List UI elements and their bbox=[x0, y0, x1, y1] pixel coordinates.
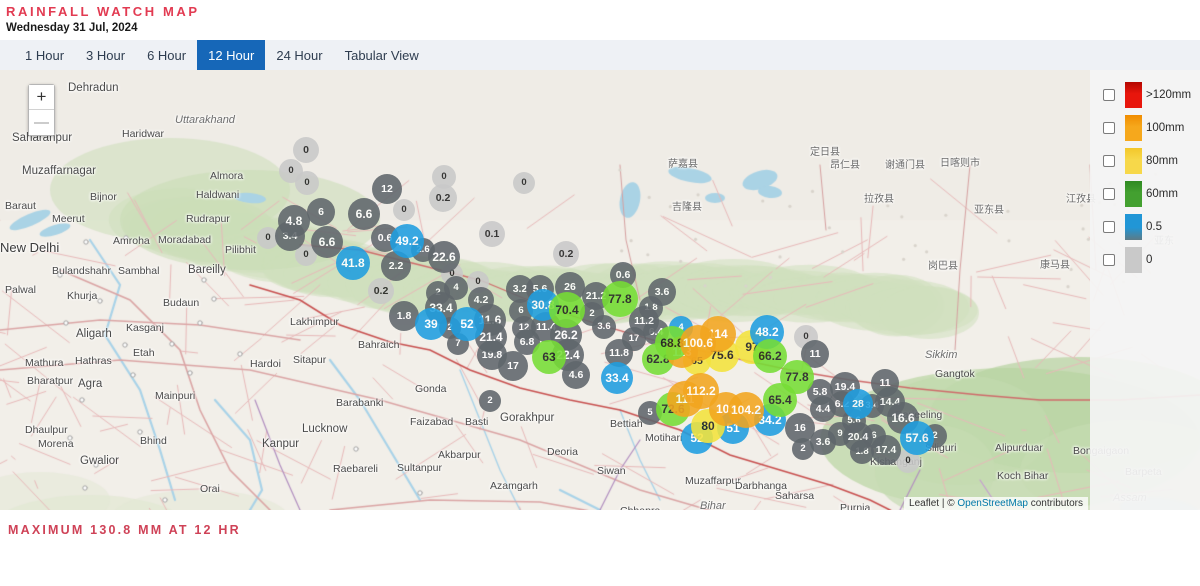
rainfall-marker[interactable]: 0.2 bbox=[553, 241, 579, 267]
rainfall-marker[interactable]: 77.8 bbox=[602, 281, 638, 317]
tab-6-hour[interactable]: 6 Hour bbox=[136, 40, 197, 70]
attribution-suffix: contributors bbox=[1028, 498, 1083, 509]
rainfall-marker[interactable]: 17.4 bbox=[871, 435, 901, 465]
tab-1-hour[interactable]: 1 Hour bbox=[14, 40, 75, 70]
legend-checkbox[interactable] bbox=[1103, 122, 1115, 134]
legend-label: >120mm bbox=[1146, 89, 1191, 101]
rainfall-marker[interactable]: 28 bbox=[843, 389, 873, 419]
legend-color-swatch bbox=[1125, 214, 1142, 240]
legend-label: 0.5 bbox=[1146, 221, 1162, 233]
rainfall-marker[interactable]: 39 bbox=[415, 308, 447, 340]
attribution-leaflet: Leaflet | bbox=[909, 498, 947, 509]
zoom-out-button[interactable]: — bbox=[29, 110, 54, 135]
tab-tabular-view[interactable]: Tabular View bbox=[334, 40, 430, 70]
attribution-copyright: © bbox=[947, 498, 957, 509]
legend-row[interactable]: 80mm bbox=[1090, 144, 1200, 177]
attribution-osm-link[interactable]: OpenStreetMap bbox=[957, 498, 1028, 509]
legend-checkbox[interactable] bbox=[1103, 188, 1115, 200]
maximum-rainfall-text: MAXIMUM 130.8 MM AT 12 HR bbox=[8, 523, 241, 537]
rainfall-marker[interactable]: 0 bbox=[295, 171, 319, 195]
legend-row[interactable]: 0 bbox=[1090, 243, 1200, 276]
rainfall-marker[interactable]: 0.1 bbox=[479, 221, 505, 247]
rainfall-marker[interactable]: 2 bbox=[479, 390, 501, 412]
page-header: RAINFALL WATCH MAP Wednesday 31 Jul, 202… bbox=[0, 0, 1200, 35]
legend-checkbox[interactable] bbox=[1103, 155, 1115, 167]
legend-color-swatch bbox=[1125, 181, 1142, 207]
legend-label: 100mm bbox=[1146, 122, 1184, 134]
legend-checkbox[interactable] bbox=[1103, 254, 1115, 266]
rainfall-marker[interactable]: 77.8 bbox=[780, 360, 814, 394]
rainfall-marker[interactable]: 100.6 bbox=[680, 325, 716, 361]
legend-row[interactable]: 100mm bbox=[1090, 111, 1200, 144]
rainfall-marker[interactable]: 12 bbox=[372, 174, 402, 204]
header-date: Wednesday 31 Jul, 2024 bbox=[6, 21, 1194, 35]
legend-checkbox[interactable] bbox=[1103, 221, 1115, 233]
legend-color-swatch bbox=[1125, 247, 1142, 273]
rainfall-marker[interactable]: 4.8 bbox=[278, 205, 310, 237]
rainfall-marker[interactable]: 6 bbox=[307, 198, 335, 226]
zoom-in-button[interactable]: + bbox=[29, 85, 54, 110]
page-title: RAINFALL WATCH MAP bbox=[6, 4, 1194, 19]
legend-color-swatch bbox=[1125, 82, 1142, 108]
rainfall-marker[interactable]: 0.2 bbox=[429, 184, 457, 212]
rainfall-map[interactable]: + — >120mm 100mm 80mm 60mm 0.5 0 Leaflet | © … bbox=[0, 70, 1200, 510]
rainfall-marker[interactable]: 112.2 bbox=[683, 373, 719, 409]
rainfall-marker[interactable]: 41.8 bbox=[336, 246, 370, 280]
tab-3-hour[interactable]: 3 Hour bbox=[75, 40, 136, 70]
rainfall-marker[interactable]: 49.2 bbox=[390, 224, 424, 258]
rainfall-marker[interactable]: 70.4 bbox=[549, 292, 585, 328]
tab-24-hour[interactable]: 24 Hour bbox=[265, 40, 333, 70]
rainfall-marker[interactable]: 33.4 bbox=[601, 362, 633, 394]
rainfall-marker[interactable]: 0.2 bbox=[368, 278, 394, 304]
zoom-control: + — bbox=[28, 84, 55, 136]
rainfall-marker[interactable]: 20.4 bbox=[843, 422, 873, 452]
legend-label: 0 bbox=[1146, 254, 1152, 266]
map-attribution: Leaflet | © OpenStreetMap contributors bbox=[904, 497, 1088, 510]
legend-label: 80mm bbox=[1146, 155, 1178, 167]
rainfall-marker[interactable]: 63 bbox=[532, 340, 566, 374]
rainfall-marker[interactable]: 0 bbox=[293, 137, 319, 163]
duration-tab-bar: 1 Hour 3 Hour 6 Hour 12 Hour 24 Hour Tabular … bbox=[14, 40, 384, 70]
rainfall-marker[interactable]: 16 bbox=[785, 413, 815, 443]
rainfall-marker[interactable]: 66.2 bbox=[753, 339, 787, 373]
rainfall-marker[interactable]: 104.2 bbox=[728, 392, 764, 428]
legend-row[interactable]: >120mm bbox=[1090, 78, 1200, 111]
tab-bar-container: 1 Hour 3 Hour 6 Hour 12 Hour 24 Hour Tabular … bbox=[0, 40, 1200, 70]
page-footer: MAXIMUM 130.8 MM AT 12 HR bbox=[0, 510, 1200, 550]
legend-row[interactable]: 60mm bbox=[1090, 177, 1200, 210]
rainfall-marker[interactable]: 22.6 bbox=[428, 241, 460, 273]
legend-color-swatch bbox=[1125, 115, 1142, 141]
rainfall-marker[interactable]: 0 bbox=[393, 199, 415, 221]
legend-row[interactable]: 0.5 bbox=[1090, 210, 1200, 243]
rainfall-marker[interactable]: 3.6 bbox=[648, 278, 676, 306]
legend-color-swatch bbox=[1125, 148, 1142, 174]
rainfall-legend: >120mm 100mm 80mm 60mm 0.5 0 bbox=[1090, 70, 1200, 510]
tab-12-hour[interactable]: 12 Hour bbox=[197, 40, 265, 70]
rainfall-marker[interactable]: 57.6 bbox=[900, 421, 934, 455]
legend-label: 60mm bbox=[1146, 188, 1178, 200]
rainfall-marker[interactable]: 0 bbox=[513, 172, 535, 194]
rainfall-marker[interactable]: 17 bbox=[498, 351, 528, 381]
rainfall-marker[interactable]: 6.6 bbox=[348, 198, 380, 230]
rainfall-marker[interactable]: 52 bbox=[450, 307, 484, 341]
rainfall-marker[interactable]: 3.6 bbox=[592, 315, 616, 339]
legend-checkbox[interactable] bbox=[1103, 89, 1115, 101]
